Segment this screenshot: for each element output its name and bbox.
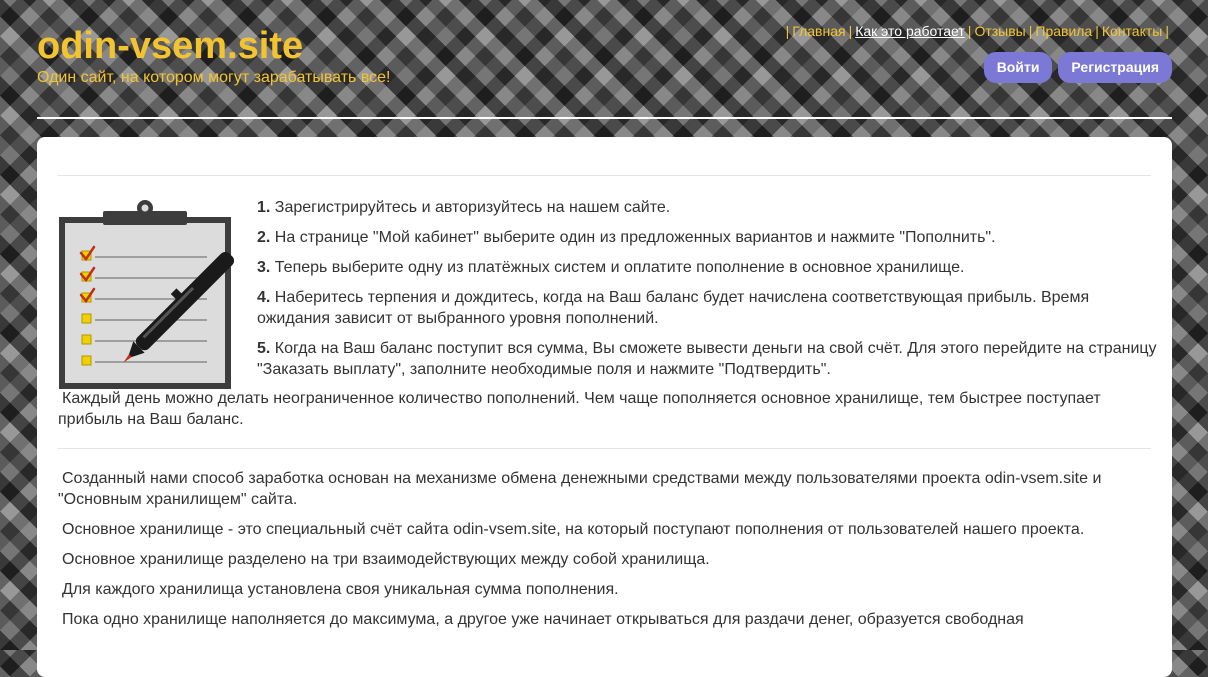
daily-info-paragraph: Каждый день можно делать неограниченное …	[58, 390, 1101, 428]
explanation-paragraph: Созданный нами способ заработка основан …	[58, 470, 1102, 508]
site-tagline: Один сайт, на котором могут зарабатывать…	[37, 69, 391, 86]
step-text: Наберитесь терпения и дождитесь, когда н…	[257, 289, 1090, 327]
top-nav: | Главная | Как это работает | Отзывы | Правила…	[783, 22, 1172, 40]
step-text: Когда на Ваш баланс поступит вся сумма, …	[257, 340, 1157, 378]
step-item: 5. Когда на Ваш баланс поступит вся сумм…	[257, 338, 1157, 380]
nav-separator: |	[1165, 23, 1169, 39]
nav-separator: |	[848, 23, 853, 39]
main-content: 1. Зарегистрируйтесь и авторизуйтесь на …	[37, 137, 1172, 677]
nav-link-how-it-works[interactable]: Как это работает	[855, 23, 965, 39]
step-item: 4. Наберитесь терпения и дождитесь, когд…	[257, 287, 1157, 329]
step-number: 4.	[257, 289, 271, 306]
step-number: 1.	[257, 199, 271, 216]
step-text: На странице "Мой кабинет" выберите один …	[270, 229, 996, 246]
nav-separator: |	[1095, 23, 1099, 39]
explanation-paragraph: Основное хранилище разделено на три взаи…	[62, 551, 710, 568]
step-number: 3.	[257, 259, 271, 276]
site-header: odin-vsem.site Один сайт, на котором мог…	[0, 0, 1208, 120]
steps-list: 1. Зарегистрируйтесь и авторизуйтесь на …	[257, 197, 1157, 389]
explanation-paragraph: Для каждого хранилища установлена своя у…	[62, 581, 619, 598]
register-button[interactable]: Регистрация	[1058, 52, 1172, 83]
step-number: 5.	[257, 340, 271, 357]
site-title[interactable]: odin-vsem.site	[37, 24, 303, 68]
nav-link-rules[interactable]: Правила	[1035, 23, 1092, 39]
auth-buttons: Войти Регистрация	[983, 52, 1172, 83]
explanation-paragraph: Основное хранилище - это специальный счё…	[62, 521, 1085, 538]
step-item: 2. На странице "Мой кабинет" выберите од…	[257, 227, 1157, 248]
login-button[interactable]: Войти	[983, 52, 1053, 83]
content-divider-middle	[58, 448, 1151, 449]
nav-link-home[interactable]: Главная	[792, 23, 845, 39]
clipboard-checklist-pen-icon	[59, 200, 235, 389]
content-divider-top	[58, 175, 1151, 176]
step-text: Теперь выберите одну из платёжных систем…	[270, 259, 965, 276]
step-item: 1. Зарегистрируйтесь и авторизуйтесь на …	[257, 197, 1157, 218]
header-divider	[37, 117, 1172, 119]
step-item: 3. Теперь выберите одну из платёжных сис…	[257, 257, 1157, 278]
explanation-paragraph: Пока одно хранилище наполняется до макси…	[62, 611, 1024, 628]
explanation-section: Созданный нами способ заработка основан …	[58, 468, 1138, 639]
step-number: 2.	[257, 229, 271, 246]
nav-separator: |	[1028, 23, 1033, 39]
nav-link-reviews[interactable]: Отзывы	[974, 23, 1025, 39]
nav-separator: |	[967, 23, 972, 39]
step-text: Зарегистрируйтесь и авторизуйтесь на наш…	[270, 199, 671, 216]
nav-link-contacts[interactable]: Контакты	[1102, 23, 1162, 39]
nav-separator: |	[785, 23, 790, 39]
